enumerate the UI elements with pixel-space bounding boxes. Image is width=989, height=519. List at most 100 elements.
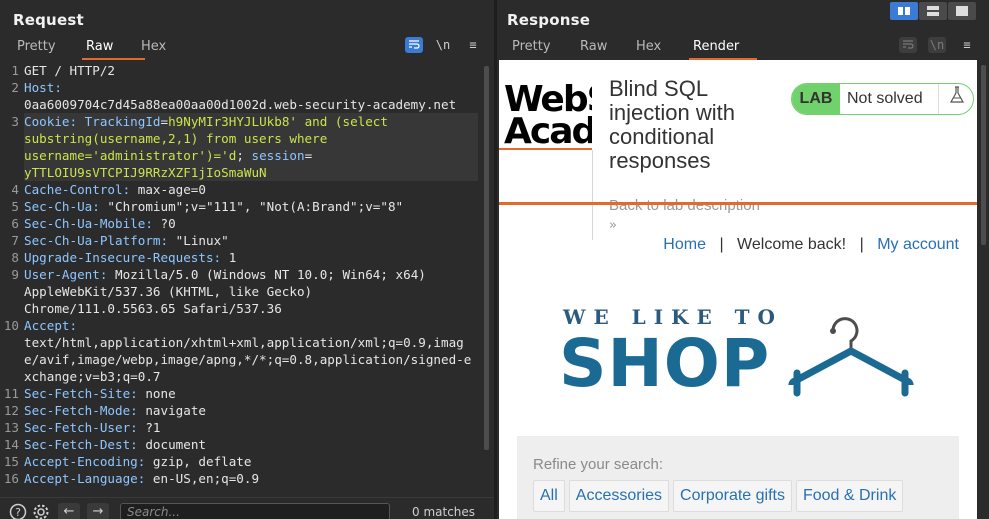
request-editor[interactable]: 1 GET / HTTP/2 2 Host: 0aa6009704c7d45a88ea…: [0, 62, 494, 494]
help-icon[interactable]: ?: [8, 503, 28, 519]
request-scrollbar[interactable]: [484, 66, 489, 450]
editor-line[interactable]: 10 Accept: text/html,application/xhtml+xm…: [0, 317, 494, 385]
response-title: Response: [507, 11, 591, 29]
match-count: 0 matches: [412, 505, 476, 519]
editor-line[interactable]: 7 Sec-Ch-Ua-Platform: "Linux": [0, 232, 494, 249]
line-number: 13: [3, 420, 19, 435]
line-code[interactable]: Cache-Control: max-age=0: [24, 181, 478, 198]
editor-line[interactable]: 11 Sec-Fetch-Site: none: [0, 385, 494, 402]
header-name: Sec-Ch-Ua:: [24, 199, 108, 214]
line-number: 15: [3, 454, 19, 469]
header-value: GET / HTTP/2: [24, 63, 115, 78]
line-code[interactable]: Upgrade-Insecure-Requests: 1: [24, 249, 478, 266]
header-value: document: [145, 437, 206, 452]
header-value: ?0: [160, 216, 176, 231]
my-account-link[interactable]: My account: [877, 236, 959, 253]
line-number: 16: [3, 471, 19, 486]
gear-icon[interactable]: [31, 503, 51, 519]
header-value: =: [160, 114, 169, 129]
line-number: 4: [11, 182, 19, 197]
rendered-page[interactable]: WebS Acade Blind SQL injection with cond…: [499, 60, 977, 519]
line-code[interactable]: User-Agent: Mozilla/5.0 (Windows NT 10.0…: [24, 266, 478, 317]
line-number: 2: [11, 80, 19, 95]
hamburger-menu-icon[interactable]: ≡: [958, 37, 976, 53]
line-code[interactable]: Host: 0aa6009704c7d45a88ea00aa00d1002d.w…: [24, 79, 478, 113]
hamburger-menu-icon[interactable]: ≡: [464, 37, 482, 53]
request-search-bar: ? ← → Search... 0 matches: [0, 497, 494, 519]
header-value: ;: [236, 148, 252, 163]
layout-stacked-icon[interactable]: [919, 2, 947, 20]
editor-line[interactable]: 1 GET / HTTP/2: [0, 62, 494, 79]
arrow-right-icon[interactable]: →: [87, 503, 109, 519]
layout-side-by-side-icon[interactable]: [890, 2, 918, 20]
line-code[interactable]: Accept-Language: en-US,en;q=0.9: [24, 470, 478, 487]
search-input[interactable]: Search...: [120, 503, 390, 519]
line-code[interactable]: GET / HTTP/2: [24, 62, 478, 79]
filter-buttons: All Accessories Corporate gifts Food & D…: [533, 480, 907, 512]
lab-label: LAB: [792, 84, 840, 114]
line-code[interactable]: Accept-Encoding: gzip, deflate: [24, 453, 478, 470]
line-number: 12: [3, 403, 19, 418]
newline-toggle[interactable]: \n: [434, 37, 452, 53]
web-security-academy-logo[interactable]: WebS Acade: [504, 78, 592, 150]
filter-corporate-gifts-button[interactable]: Corporate gifts: [673, 480, 792, 512]
line-number: 3: [11, 114, 19, 129]
filter-food-drink-button[interactable]: Food & Drink: [795, 480, 904, 512]
header-value: "Chromium";v="111", "Not(A:Brand";v="8": [107, 199, 404, 214]
wrap-lines-icon[interactable]: [405, 37, 423, 53]
line-number: 7: [11, 233, 19, 248]
tab-render[interactable]: Render: [689, 37, 757, 60]
editor-line[interactable]: 3 Cookie: TrackingId=h9NyMIr3HYJLUkb8' an…: [0, 113, 494, 181]
request-title: Request: [13, 11, 84, 29]
header-name: Sec-Fetch-User:: [24, 420, 146, 435]
line-code[interactable]: Sec-Fetch-Site: none: [24, 385, 478, 402]
editor-line[interactable]: 2 Host: 0aa6009704c7d45a88ea00aa00d1002d.…: [0, 79, 494, 113]
editor-line[interactable]: 4 Cache-Control: max-age=0: [0, 181, 494, 198]
line-code[interactable]: Sec-Ch-Ua: "Chromium";v="111", "Not(A:Br…: [24, 198, 478, 215]
editor-line[interactable]: 9 User-Agent: Mozilla/5.0 (Windows NT 10.…: [0, 266, 494, 317]
line-code[interactable]: Cookie: TrackingId=h9NyMIr3HYJLUkb8' and…: [24, 113, 478, 181]
line-code[interactable]: Sec-Fetch-Mode: navigate: [24, 402, 478, 419]
header-value: ?1: [145, 420, 161, 435]
tab-raw[interactable]: Raw: [580, 37, 636, 59]
tab-pretty[interactable]: Pretty: [512, 37, 580, 59]
header-name: Cookie:: [24, 114, 85, 129]
lab-title: Blind SQL injection with conditional res…: [609, 76, 735, 173]
line-code[interactable]: Sec-Fetch-User: ?1: [24, 419, 478, 436]
filter-accessories-button[interactable]: Accessories: [568, 480, 670, 512]
svg-text:?: ?: [15, 506, 21, 519]
header-value: en-US,en;q=0.9: [152, 471, 260, 486]
newline-toggle: \n: [928, 37, 946, 53]
line-code[interactable]: Sec-Fetch-Dest: document: [24, 436, 478, 453]
arrow-left-icon[interactable]: ←: [58, 503, 80, 519]
header-name: session: [251, 148, 305, 163]
tab-pretty[interactable]: Pretty: [17, 37, 86, 59]
line-code[interactable]: Sec-Ch-Ua-Mobile: ?0: [24, 215, 478, 232]
back-to-lab-link[interactable]: Back to lab description: [609, 197, 760, 214]
tab-hex[interactable]: Hex: [636, 37, 693, 59]
header-rule: [499, 202, 977, 205]
site-nav: Home | Welcome back! | My account: [499, 236, 959, 254]
line-code[interactable]: Accept: text/html,application/xhtml+xml,…: [24, 317, 478, 385]
editor-line[interactable]: 16 Accept-Language: en-US,en;q=0.9: [0, 470, 494, 487]
header-value: none: [145, 386, 176, 401]
editor-line[interactable]: 15 Accept-Encoding: gzip, deflate: [0, 453, 494, 470]
editor-line[interactable]: 6 Sec-Ch-Ua-Mobile: ?0: [0, 215, 494, 232]
header-name: Upgrade-Insecure-Requests:: [24, 250, 229, 265]
header-name: Sec-Fetch-Mode:: [24, 403, 146, 418]
editor-line[interactable]: 5 Sec-Ch-Ua: "Chromium";v="111", "Not(A:B…: [0, 198, 494, 215]
layout-single-icon[interactable]: [948, 2, 976, 20]
editor-line[interactable]: 14 Sec-Fetch-Dest: document: [0, 436, 494, 453]
editor-line[interactable]: 12 Sec-Fetch-Mode: navigate: [0, 402, 494, 419]
response-scrollbar[interactable]: [978, 60, 989, 519]
wrap-lines-icon: [899, 37, 917, 53]
editor-line[interactable]: 8 Upgrade-Insecure-Requests: 1: [0, 249, 494, 266]
home-link[interactable]: Home: [663, 236, 706, 253]
editor-line[interactable]: 13 Sec-Fetch-User: ?1: [0, 419, 494, 436]
filter-all-button[interactable]: All: [533, 480, 565, 512]
tab-hex[interactable]: Hex: [141, 37, 181, 59]
header-name: Accept-Encoding:: [24, 454, 153, 469]
line-code[interactable]: Sec-Ch-Ua-Platform: "Linux": [24, 232, 478, 249]
tab-raw[interactable]: Raw: [82, 37, 145, 60]
header-name: Host:: [24, 80, 62, 95]
